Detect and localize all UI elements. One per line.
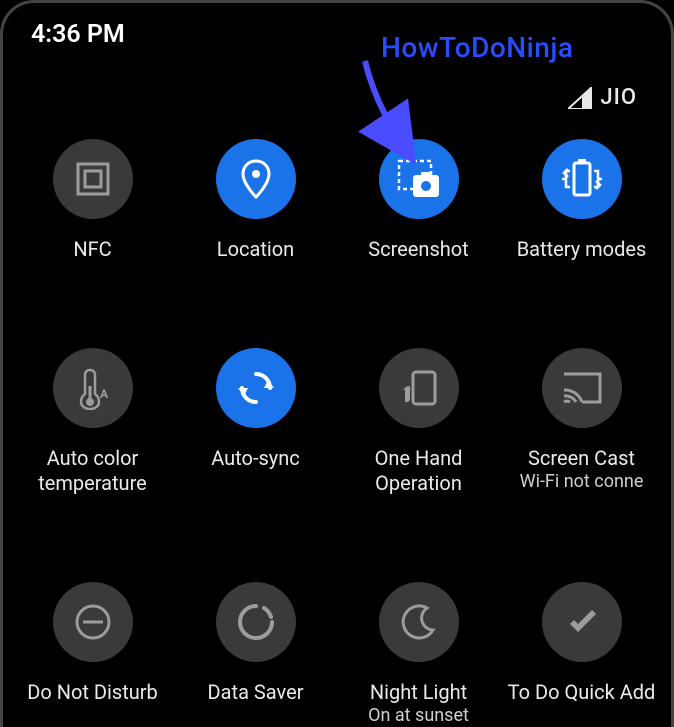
- tile-label: Night Light: [368, 680, 469, 705]
- clock: 4:36 PM: [31, 20, 125, 49]
- signal-icon: [568, 87, 592, 109]
- tile-label: One Hand Operation: [339, 446, 499, 496]
- tile-nfc[interactable]: NFC: [11, 139, 174, 262]
- tile-location[interactable]: Location: [174, 139, 337, 262]
- network-status: JIO: [568, 85, 637, 110]
- tile-autosync[interactable]: Auto-sync: [174, 348, 337, 496]
- carrier-label: JIO: [600, 85, 637, 110]
- check-icon: [542, 582, 622, 662]
- thermometer-icon: A: [53, 348, 133, 428]
- tile-battery[interactable]: Battery modes: [500, 139, 663, 262]
- tile-onehand[interactable]: One Hand Operation: [337, 348, 500, 496]
- tile-todoquickadd[interactable]: To Do Quick Add: [500, 582, 663, 727]
- tile-autocolor[interactable]: A Auto color temperature: [11, 348, 174, 496]
- tile-label: Battery modes: [515, 237, 649, 262]
- location-icon: [216, 139, 296, 219]
- svg-text:A: A: [100, 387, 109, 401]
- tile-datasaver[interactable]: Data Saver: [174, 582, 337, 727]
- tile-label: Data Saver: [206, 680, 306, 705]
- nfc-icon: [53, 139, 133, 219]
- tile-label: Screenshot: [366, 237, 470, 262]
- tile-label: Screen Cast: [526, 446, 637, 471]
- annotation-watermark: HowToDoNinja: [381, 31, 573, 64]
- dnd-icon: [53, 582, 133, 662]
- tile-screencast[interactable]: Screen Cast Wi-Fi not conne: [500, 348, 663, 496]
- tile-sublabel: On at sunset: [368, 705, 469, 727]
- tile-sublabel: Wi-Fi not conne: [520, 471, 644, 494]
- tile-label: Auto color temperature: [13, 446, 173, 496]
- moon-icon: [379, 582, 459, 662]
- tiles-grid: NFC Location Screenshot: [3, 139, 671, 727]
- cast-icon: [542, 348, 622, 428]
- tile-screenshot[interactable]: Screenshot: [337, 139, 500, 262]
- quick-settings-panel: 4:36 PM JIO NFC: [0, 0, 674, 727]
- tile-label: To Do Quick Add: [506, 680, 658, 705]
- battery-icon: [542, 139, 622, 219]
- tile-label: NFC: [71, 237, 113, 262]
- tile-dnd[interactable]: Do Not Disturb: [11, 582, 174, 727]
- tile-label: Auto-sync: [209, 446, 302, 471]
- sync-icon: [216, 348, 296, 428]
- tile-nightlight[interactable]: Night Light On at sunset: [337, 582, 500, 727]
- tile-label: Location: [215, 237, 296, 262]
- datasaver-icon: [216, 582, 296, 662]
- screenshot-icon: [379, 139, 459, 219]
- tile-label: Do Not Disturb: [25, 680, 160, 705]
- onehand-icon: [379, 348, 459, 428]
